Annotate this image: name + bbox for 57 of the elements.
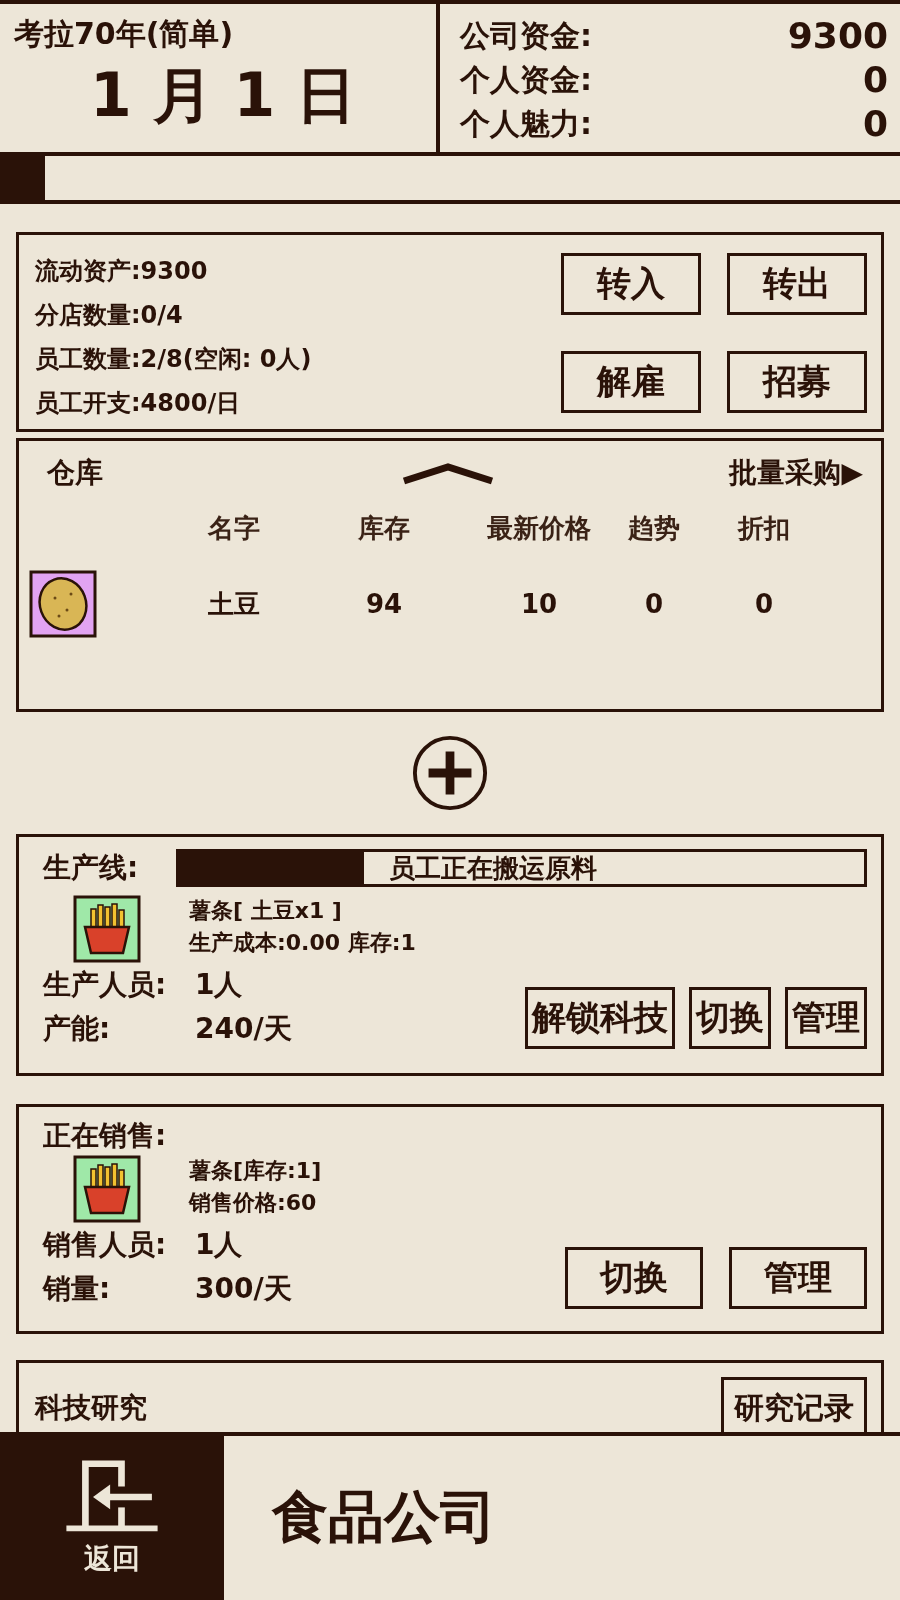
stat-value: 300/天 bbox=[195, 1271, 292, 1307]
product-name: 薯条[库存:1] bbox=[189, 1157, 322, 1185]
finance-line: 员工数量:2/8(空闲: 0人) bbox=[35, 344, 312, 375]
finance-line: 分店数量:0/4 bbox=[35, 300, 184, 331]
fund-value: 9300 bbox=[787, 14, 888, 58]
fund-label: 个人魅力: bbox=[460, 105, 592, 143]
research-log-button[interactable]: 研究记录 bbox=[721, 1377, 867, 1432]
table-cell-text: 0 bbox=[753, 589, 775, 619]
fund-value: 0 bbox=[862, 58, 888, 102]
stat-value: 1人 bbox=[195, 1227, 243, 1263]
table-cell-text: 土豆 bbox=[207, 587, 261, 621]
add-icon[interactable] bbox=[411, 734, 489, 812]
action-button[interactable]: 切换 bbox=[689, 987, 771, 1049]
column-header: 趋势 bbox=[627, 511, 681, 545]
column-header: 库存 bbox=[357, 511, 411, 545]
action-button[interactable]: 切换 bbox=[565, 1247, 703, 1309]
column-header: 折扣 bbox=[736, 511, 791, 545]
game-title: 考拉70年(简单) bbox=[14, 15, 235, 53]
stat-label: 产能: bbox=[43, 1011, 112, 1047]
action-button[interactable]: 解锁科技 bbox=[525, 987, 675, 1049]
potato-icon bbox=[29, 570, 97, 638]
fries-icon bbox=[73, 1155, 141, 1223]
action-button[interactable]: 转出 bbox=[727, 253, 867, 315]
page-title: 食品公司 bbox=[270, 1483, 496, 1551]
product-name: 薯条[ 土豆x1 ] bbox=[189, 897, 343, 925]
stat-label: 销量: bbox=[43, 1271, 112, 1307]
table-cell-text: 10 bbox=[519, 589, 559, 619]
back-button[interactable]: 返回 bbox=[0, 1436, 224, 1600]
action-button[interactable]: 解雇 bbox=[561, 351, 701, 413]
warehouse-title: 仓库 bbox=[46, 455, 104, 491]
date-label: 1 月 1 日 bbox=[89, 59, 358, 132]
finance-line: 流动资产:9300 bbox=[35, 256, 209, 287]
product-detail: 销售价格:60 bbox=[189, 1189, 318, 1217]
action-button[interactable]: 管理 bbox=[785, 987, 867, 1049]
fund-label: 公司资金: bbox=[460, 17, 592, 55]
exit-door-icon bbox=[64, 1458, 160, 1534]
research-title: 科技研究 bbox=[35, 1390, 147, 1426]
stat-value: 240/天 bbox=[195, 1011, 292, 1047]
bulk-purchase-link[interactable]: 批量采购▶ bbox=[729, 454, 863, 492]
fund-value: 0 bbox=[862, 102, 888, 146]
stat-value: 1人 bbox=[195, 967, 243, 1003]
stat-label: 生产人员: bbox=[43, 967, 168, 1003]
column-header: 最新价格 bbox=[486, 511, 592, 545]
sales-title: 正在销售: bbox=[43, 1119, 167, 1152]
table-cell-text: 0 bbox=[643, 589, 665, 619]
fund-label: 个人资金: bbox=[460, 61, 592, 99]
product-detail: 生产成本:0.00 库存:1 bbox=[189, 929, 416, 957]
column-header: 名字 bbox=[206, 511, 261, 545]
action-button[interactable]: 招募 bbox=[727, 351, 867, 413]
production-status: 员工正在搬运原料 bbox=[389, 852, 598, 884]
action-button[interactable]: 管理 bbox=[729, 1247, 867, 1309]
table-cell-text: 94 bbox=[364, 589, 404, 619]
stat-label: 销售人员: bbox=[43, 1227, 168, 1263]
production-title: 生产线: bbox=[43, 850, 139, 886]
finance-line: 员工开支:4800/日 bbox=[35, 388, 242, 419]
action-button[interactable]: 转入 bbox=[561, 253, 701, 315]
fries-icon bbox=[73, 895, 141, 963]
